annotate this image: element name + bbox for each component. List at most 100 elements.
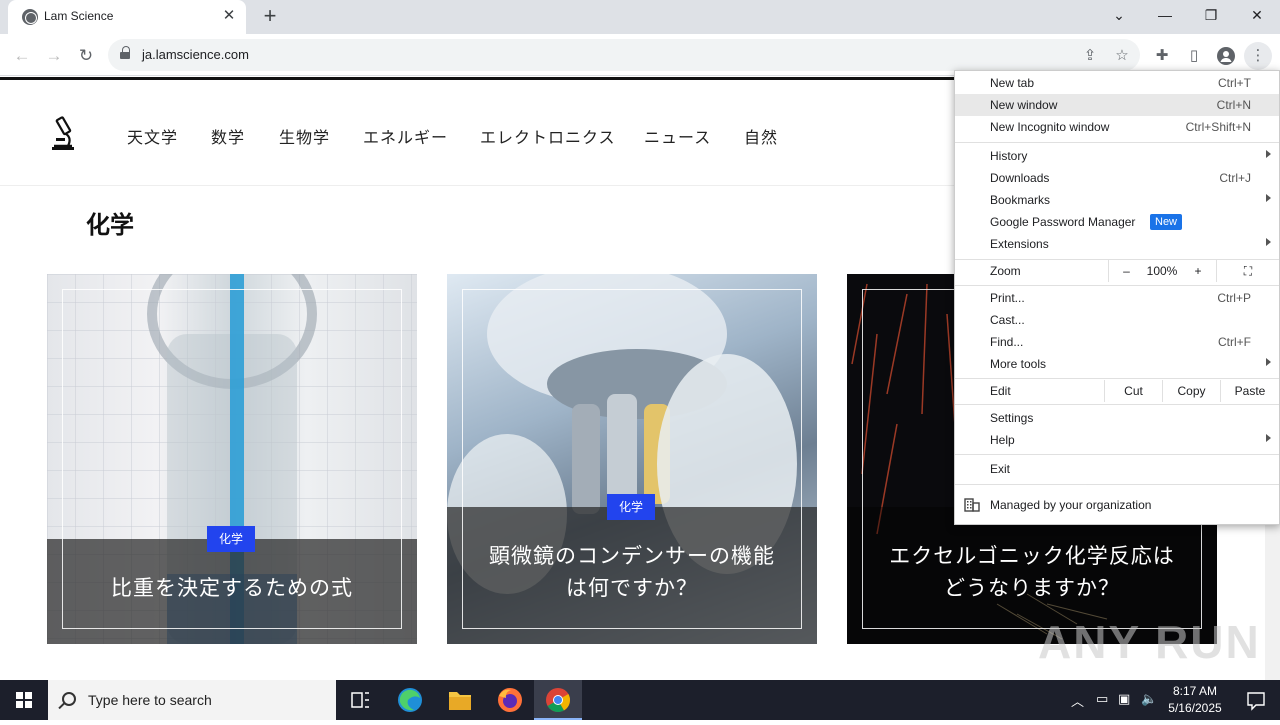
tab-search-icon[interactable]: ⌄ <box>1096 0 1142 30</box>
menu-downloads[interactable]: Downloads Ctrl+J <box>955 167 1279 189</box>
menu-extensions[interactable]: Extensions <box>955 233 1279 255</box>
system-clock[interactable]: 8:17 AM 5/16/2025 <box>1160 683 1230 717</box>
battery-icon[interactable]: ▭ <box>1096 691 1108 707</box>
anyrun-watermark: ANY RUN <box>1038 616 1261 668</box>
lock-icon[interactable] <box>120 46 130 60</box>
submenu-arrow-icon <box>1266 434 1271 442</box>
page-title: 化学 <box>86 211 134 239</box>
zoom-in-button[interactable]: + <box>1180 260 1216 282</box>
close-tab-icon[interactable]: ✕ <box>220 7 238 25</box>
category-badge[interactable]: 化学 <box>207 526 256 552</box>
copy-button[interactable]: Copy <box>1162 380 1220 402</box>
nav-biology[interactable]: 生物学 <box>279 124 330 148</box>
menu-exit[interactable]: Exit <box>955 458 1279 480</box>
firefox-icon[interactable] <box>486 680 534 720</box>
building-icon <box>964 497 980 515</box>
share-icon[interactable]: ⇪ <box>1076 42 1104 70</box>
network-icon[interactable]: ▣ <box>1118 691 1130 707</box>
microscope-logo-icon[interactable] <box>48 116 78 150</box>
forward-button[interactable]: → <box>40 42 68 70</box>
menu-password-manager[interactable]: Google Password Manager New <box>955 211 1279 233</box>
fullscreen-icon[interactable]: ⛶ <box>1216 260 1279 282</box>
menu-more-tools[interactable]: More tools <box>955 353 1279 375</box>
tray-chevron-icon[interactable]: ︿ <box>1071 691 1084 710</box>
card-title[interactable]: 比重を決定するための式 <box>67 572 397 604</box>
menu-label: Edit <box>990 384 1011 398</box>
card-title-line2: は何ですか？ <box>566 576 698 600</box>
menu-label: Downloads <box>990 171 1050 185</box>
card-title-line1: エクセルゴニック化学反応は <box>889 544 1175 568</box>
menu-print[interactable]: Print... Ctrl+P <box>955 287 1279 309</box>
file-explorer-icon[interactable] <box>436 680 484 720</box>
back-button[interactable]: ← <box>8 42 36 70</box>
side-panel-icon[interactable]: ▯ <box>1180 42 1208 70</box>
menu-separator <box>955 484 1279 485</box>
chrome-taskbar-icon[interactable] <box>534 680 582 720</box>
taskbar-search-input[interactable]: Type here to search <box>48 680 336 720</box>
edge-icon[interactable] <box>386 680 434 720</box>
address-bar[interactable]: ja.lamscience.com <box>108 39 1140 71</box>
paste-button[interactable]: Paste <box>1220 380 1279 402</box>
bookmark-star-icon[interactable]: ☆ <box>1108 42 1136 70</box>
submenu-arrow-icon <box>1266 150 1271 158</box>
clock-date: 5/16/2025 <box>1168 701 1222 715</box>
menu-edit-row: Edit Cut Copy Paste <box>955 380 1279 402</box>
volume-icon[interactable]: 🔈 <box>1141 691 1157 707</box>
nav-news[interactable]: ニュース <box>644 124 711 148</box>
zoom-out-button[interactable]: – <box>1108 260 1144 282</box>
menu-settings[interactable]: Settings <box>955 407 1279 429</box>
cut-button[interactable]: Cut <box>1104 380 1162 402</box>
minimize-button[interactable]: — <box>1142 0 1188 30</box>
article-card[interactable]: 化学 比重を決定するための式 <box>47 274 417 644</box>
menu-new-incognito[interactable]: New Incognito window Ctrl+Shift+N <box>955 116 1279 138</box>
menu-managed[interactable]: Managed by your organization <box>955 494 1279 516</box>
close-window-button[interactable]: ✕ <box>1234 0 1280 30</box>
menu-label: Help <box>990 433 1015 447</box>
menu-separator <box>955 378 1279 379</box>
submenu-arrow-icon <box>1266 238 1271 246</box>
windows-start-icon[interactable] <box>0 680 48 720</box>
nav-energy[interactable]: エネルギー <box>363 124 448 148</box>
menu-label: New tab <box>990 76 1035 90</box>
menu-label: Find... <box>990 335 1024 349</box>
menu-find[interactable]: Find... Ctrl+F <box>955 331 1279 353</box>
menu-separator <box>955 454 1279 455</box>
menu-zoom-row: Zoom – 100% + ⛶ <box>955 260 1279 282</box>
category-badge[interactable]: 化学 <box>607 494 656 520</box>
menu-bookmarks[interactable]: Bookmarks <box>955 189 1279 211</box>
menu-history[interactable]: History <box>955 145 1279 167</box>
menu-cast[interactable]: Cast... <box>955 309 1279 331</box>
zoom-level: 100% <box>1146 264 1178 278</box>
menu-new-tab[interactable]: New tab Ctrl+T <box>955 72 1279 94</box>
extensions-puzzle-icon[interactable]: ✚ <box>1148 42 1176 70</box>
reload-button[interactable]: ↻ <box>72 42 100 70</box>
profile-avatar-icon[interactable] <box>1212 42 1240 70</box>
search-placeholder: Type here to search <box>88 692 212 708</box>
nav-electronics[interactable]: エレクトロニクス <box>480 124 616 148</box>
menu-label: History <box>990 149 1028 163</box>
menu-label: Cast... <box>990 313 1025 327</box>
restore-button[interactable]: ❐ <box>1188 0 1234 30</box>
menu-shortcut: Ctrl+N <box>1216 98 1251 112</box>
menu-shortcut: Ctrl+Shift+N <box>1185 120 1251 134</box>
card-title[interactable]: 顕微鏡のコンデンサーの機能 は何ですか？ <box>467 540 797 604</box>
nav-nature[interactable]: 自然 <box>744 124 778 148</box>
task-view-icon[interactable] <box>336 680 384 720</box>
menu-label: Managed by your organization <box>990 498 1152 512</box>
menu-new-window[interactable]: New window Ctrl+N <box>955 94 1279 116</box>
browser-tab[interactable]: Lam Science ✕ <box>8 0 246 34</box>
nav-astronomy[interactable]: 天文学 <box>127 124 178 148</box>
menu-label: Bookmarks <box>990 193 1051 207</box>
menu-shortcut: Ctrl+T <box>1218 76 1251 90</box>
new-tab-button[interactable]: + <box>258 5 282 29</box>
menu-label: Exit <box>990 462 1011 476</box>
menu-help[interactable]: Help <box>955 429 1279 451</box>
nav-math[interactable]: 数学 <box>211 124 245 148</box>
chrome-menu-button[interactable]: ⋮ <box>1244 42 1272 70</box>
menu-label: Zoom <box>990 264 1021 278</box>
article-card[interactable]: 化学 顕微鏡のコンデンサーの機能 は何ですか？ <box>447 274 817 644</box>
card-title[interactable]: エクセルゴニック化学反応は どうなりますか？ <box>867 540 1197 604</box>
new-badge: New <box>1150 214 1183 230</box>
tab-strip: Lam Science ✕ + ⌄ — ❐ ✕ <box>0 0 1280 34</box>
notification-icon[interactable] <box>1232 680 1280 720</box>
